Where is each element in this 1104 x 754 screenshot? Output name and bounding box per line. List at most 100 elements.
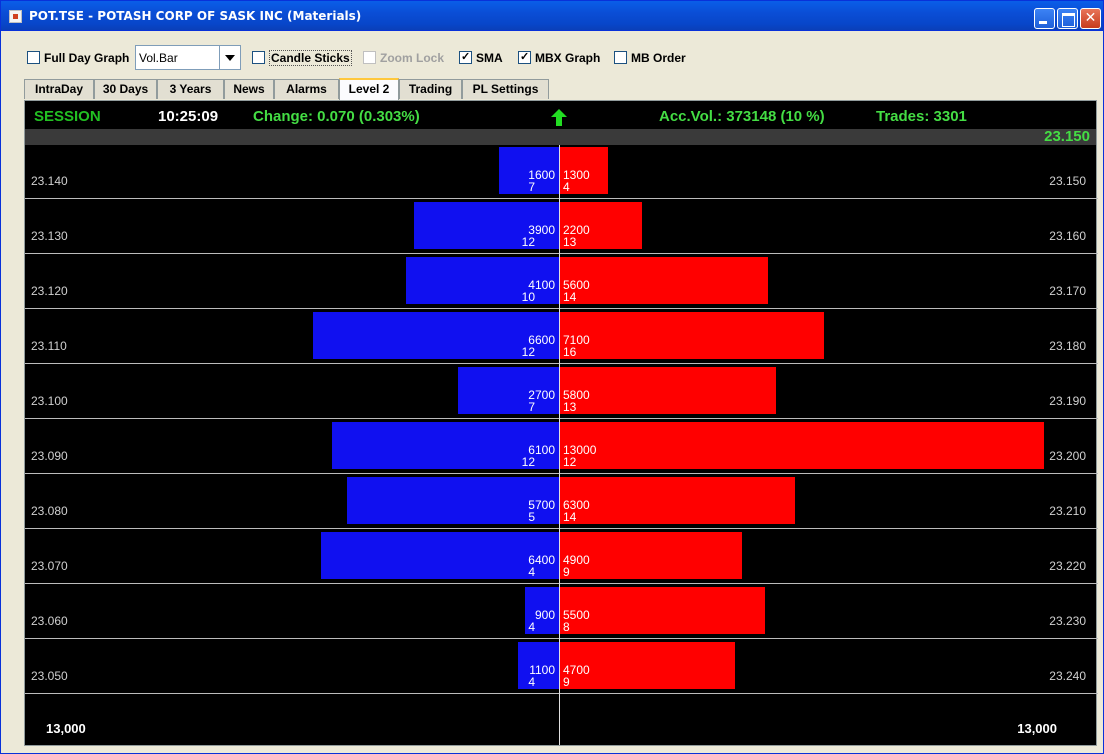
bid-price: 23.060 bbox=[31, 614, 68, 628]
bid-orders: 4 bbox=[528, 565, 535, 579]
ask-price: 23.150 bbox=[1049, 174, 1086, 188]
ask-price: 23.170 bbox=[1049, 284, 1086, 298]
last-price: 23.150 bbox=[1044, 128, 1090, 145]
ask-price: 23.240 bbox=[1049, 669, 1086, 683]
chart-style-select[interactable]: Vol.Bar bbox=[135, 45, 241, 70]
sma-label: SMA bbox=[476, 51, 503, 65]
ask-orders: 8 bbox=[563, 620, 570, 634]
bid-orders: 7 bbox=[528, 180, 535, 194]
bid-orders: 4 bbox=[528, 675, 535, 689]
bid-orders: 12 bbox=[521, 235, 535, 249]
chevron-down-icon[interactable] bbox=[219, 46, 240, 69]
maximize-button[interactable] bbox=[1057, 8, 1078, 29]
tab-level-2[interactable]: Level 2 bbox=[339, 78, 399, 100]
row-divider bbox=[25, 363, 1098, 364]
tab-news[interactable]: News bbox=[224, 79, 274, 99]
ask-orders: 4 bbox=[563, 180, 570, 194]
app-window: POT.TSE - POTASH CORP OF SASK INC (Mater… bbox=[0, 0, 1104, 754]
full-day-graph-label: Full Day Graph bbox=[44, 51, 130, 65]
java-app-icon[interactable] bbox=[9, 10, 22, 23]
bid-orders: 7 bbox=[528, 400, 535, 414]
close-button[interactable]: ✕ bbox=[1080, 8, 1101, 29]
center-divider bbox=[559, 145, 560, 745]
bid-price: 23.120 bbox=[31, 284, 68, 298]
bid-orders: 12 bbox=[521, 345, 535, 359]
checkbox-box[interactable] bbox=[459, 50, 472, 64]
ask-price: 23.200 bbox=[1049, 449, 1086, 463]
ask-price: 23.230 bbox=[1049, 614, 1086, 628]
session-label: SESSION bbox=[34, 108, 101, 125]
bid-scale-max: 13,000 bbox=[46, 721, 86, 736]
bid-price: 23.070 bbox=[31, 559, 68, 573]
ask-price: 23.190 bbox=[1049, 394, 1086, 408]
ask-orders: 12 bbox=[563, 455, 577, 469]
ask-orders: 14 bbox=[563, 290, 577, 304]
up-arrow-icon bbox=[551, 109, 567, 126]
accumulated-volume: Acc.Vol.: 373148 (10 %) bbox=[659, 108, 825, 125]
row-divider bbox=[25, 253, 1098, 254]
row-divider bbox=[25, 198, 1098, 199]
checkbox-box[interactable] bbox=[614, 51, 627, 64]
tab-intraday[interactable]: IntraDay bbox=[24, 79, 94, 99]
candle-sticks-label: Candle Sticks bbox=[269, 50, 352, 66]
ask-orders: 13 bbox=[563, 400, 577, 414]
row-divider bbox=[25, 308, 1098, 309]
ask-volume-bar[interactable] bbox=[560, 422, 1044, 469]
zoom-lock-label: Zoom Lock bbox=[380, 51, 445, 65]
bid-orders: 5 bbox=[528, 510, 535, 524]
chart-style-value: Vol.Bar bbox=[139, 51, 178, 65]
row-divider bbox=[25, 528, 1098, 529]
ask-orders: 16 bbox=[563, 345, 577, 359]
minimize-button[interactable] bbox=[1034, 8, 1055, 29]
checkbox-box[interactable] bbox=[27, 51, 40, 64]
session-header: SESSION 10:25:09 Change: 0.070 (0.303%) … bbox=[25, 101, 1096, 129]
ask-orders: 14 bbox=[563, 510, 577, 524]
bid-price: 23.110 bbox=[31, 339, 67, 353]
title-bar[interactable]: POT.TSE - POTASH CORP OF SASK INC (Mater… bbox=[1, 1, 1103, 31]
trades-count: Trades: 3301 bbox=[876, 108, 967, 125]
bid-price: 23.100 bbox=[31, 394, 68, 408]
tab-alarms[interactable]: Alarms bbox=[274, 79, 339, 99]
checkbox-box bbox=[363, 51, 376, 64]
tab-30-days[interactable]: 30 Days bbox=[94, 79, 157, 99]
tab-pl-settings[interactable]: PL Settings bbox=[462, 79, 549, 99]
mb-order-label: MB Order bbox=[631, 51, 686, 65]
bid-price: 23.130 bbox=[31, 229, 68, 243]
row-divider bbox=[25, 473, 1098, 474]
row-divider bbox=[25, 583, 1098, 584]
bid-volume-bar[interactable] bbox=[347, 477, 559, 524]
tab-trading[interactable]: Trading bbox=[399, 79, 462, 99]
ask-orders: 9 bbox=[563, 675, 570, 689]
session-time: 10:25:09 bbox=[158, 108, 219, 125]
ask-orders: 13 bbox=[563, 235, 577, 249]
window-title: POT.TSE - POTASH CORP OF SASK INC (Mater… bbox=[29, 9, 362, 23]
bid-price: 23.050 bbox=[31, 669, 68, 683]
last-price-row: 23.150 bbox=[25, 128, 1096, 145]
bid-orders: 12 bbox=[521, 455, 535, 469]
close-icon: ✕ bbox=[1084, 10, 1097, 26]
bid-price: 23.140 bbox=[31, 174, 68, 188]
row-divider bbox=[25, 418, 1098, 419]
ask-volume-bar[interactable] bbox=[560, 312, 824, 359]
ask-volume-bar[interactable] bbox=[560, 367, 776, 414]
bid-orders: 10 bbox=[521, 290, 535, 304]
bid-volume-bar[interactable] bbox=[321, 532, 559, 579]
bid-size: 900 bbox=[534, 608, 555, 622]
order-book: 23.140 23.150 1600 7 1300 4 23.130 23.160 3900 12… bbox=[25, 145, 1098, 695]
ask-price: 23.210 bbox=[1049, 504, 1086, 518]
ask-price: 23.180 bbox=[1049, 339, 1086, 353]
level2-panel: SESSION 10:25:09 Change: 0.070 (0.303%) … bbox=[24, 100, 1098, 746]
tab-3-years[interactable]: 3 Years bbox=[157, 79, 224, 99]
ask-volume-bar[interactable] bbox=[560, 257, 768, 304]
row-divider bbox=[25, 693, 1098, 694]
bid-orders: 4 bbox=[528, 620, 535, 634]
ask-volume-bar[interactable] bbox=[560, 477, 795, 524]
ask-orders: 9 bbox=[563, 565, 570, 579]
ask-price: 23.160 bbox=[1049, 229, 1086, 243]
ask-volume-bar[interactable] bbox=[560, 587, 765, 634]
bid-price: 23.090 bbox=[31, 449, 68, 463]
checkbox-box[interactable] bbox=[252, 51, 265, 64]
checkbox-box[interactable] bbox=[518, 50, 531, 64]
mbx-graph-label: MBX Graph bbox=[535, 51, 601, 65]
ask-price: 23.220 bbox=[1049, 559, 1086, 573]
